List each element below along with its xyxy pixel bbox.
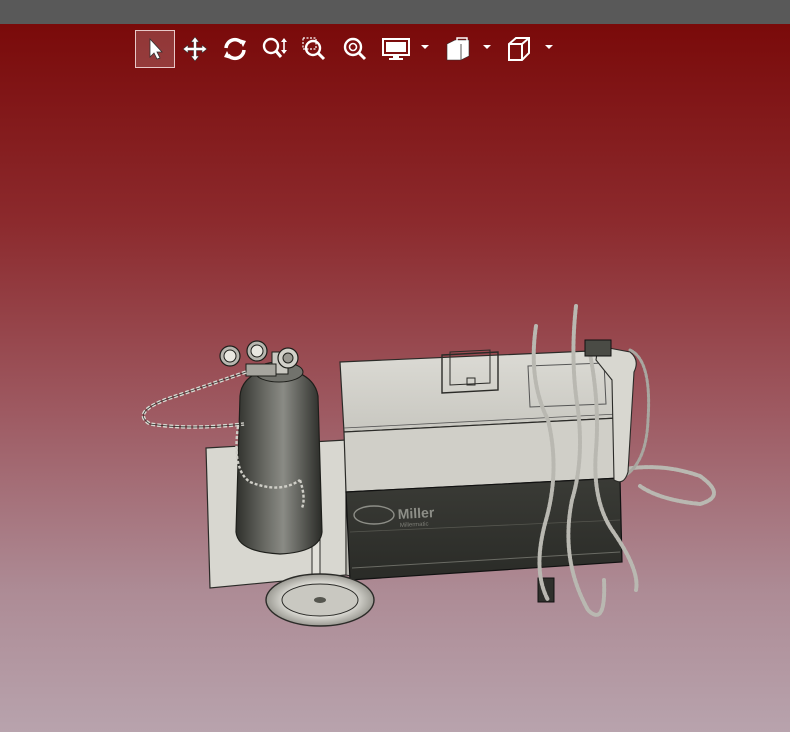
view-toolbar [135, 30, 561, 68]
welder-brand-text: Miller [397, 504, 435, 522]
zoom-to-fit-icon [343, 37, 367, 61]
view-orientation-cube-icon [508, 37, 530, 61]
zoom-area-button[interactable] [295, 30, 335, 68]
zoom-to-area-icon [302, 37, 326, 61]
pan-tool-button[interactable] [175, 30, 215, 68]
zoom-in-out-icon [262, 37, 287, 58]
display-mode-icon [382, 38, 410, 60]
select-arrow-icon [149, 37, 163, 60]
rotate-tool-button[interactable] [215, 30, 255, 68]
display-mode-button[interactable] [375, 30, 437, 68]
select-tool-button[interactable] [135, 30, 175, 68]
gas-cylinder [235, 367, 323, 555]
3d-viewport[interactable]: Miller Millermatic [0, 24, 790, 732]
zoom-fit-button[interactable] [335, 30, 375, 68]
welder-front-panel [345, 477, 623, 581]
section-view-button[interactable] [437, 30, 499, 68]
zoom-tool-button[interactable] [255, 30, 295, 68]
section-view-icon [446, 37, 470, 61]
chevron-down-icon[interactable] [545, 45, 553, 49]
welding-cart-model[interactable]: Miller Millermatic [0, 24, 790, 732]
window-top-bar [0, 0, 790, 24]
chevron-down-icon[interactable] [483, 45, 491, 49]
chevron-down-icon[interactable] [421, 45, 429, 49]
view-orientation-button[interactable] [499, 30, 561, 68]
pan-move-icon [182, 36, 208, 62]
rotate-icon [224, 37, 246, 61]
